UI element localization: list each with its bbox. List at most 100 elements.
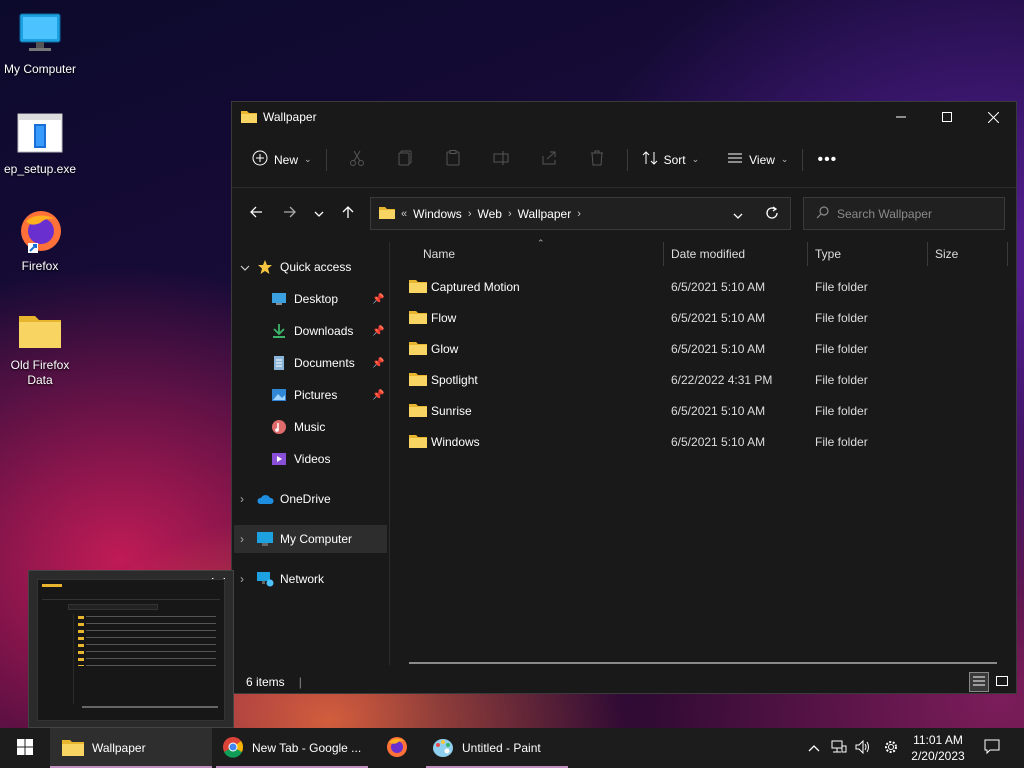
status-bar: 6 items |: [232, 670, 1016, 694]
file-row[interactable]: Captured Motion 6/5/2021 5:10 AM File fold…: [391, 271, 991, 302]
folder-icon: [409, 340, 427, 358]
share-button[interactable]: [525, 143, 573, 177]
column-header-type[interactable]: Type: [815, 242, 841, 266]
divider: [626, 148, 628, 171]
nav-network[interactable]: › Network: [240, 565, 324, 593]
notification-center-button[interactable]: [980, 728, 1004, 768]
details-view-button[interactable]: [969, 672, 989, 692]
chevron-down-icon[interactable]: [240, 260, 256, 274]
taskbar-item-chrome[interactable]: New Tab - Google ...: [216, 728, 368, 768]
copy-icon: [397, 150, 413, 169]
start-button[interactable]: [12, 728, 38, 768]
pictures-icon: [270, 386, 288, 404]
view-button[interactable]: View ⌄: [719, 143, 796, 177]
address-history-dropdown[interactable]: [733, 208, 743, 222]
horizontal-scrollbar[interactable]: [409, 662, 997, 664]
chevron-right-icon[interactable]: ›: [577, 208, 581, 220]
file-row[interactable]: Windows 6/5/2021 5:10 AM File folder: [391, 426, 991, 457]
breadcrumb-windows[interactable]: Windows: [413, 207, 462, 221]
address-bar[interactable]: « Windows › Web › Wallpaper ›: [370, 197, 791, 230]
network-status-button[interactable]: [828, 728, 850, 768]
trash-icon: [589, 150, 605, 169]
refresh-icon[interactable]: [765, 206, 779, 223]
search-input[interactable]: Search Wallpaper: [803, 197, 1005, 230]
taskbar-item-wallpaper[interactable]: Wallpaper: [50, 728, 212, 768]
paste-button[interactable]: [429, 143, 477, 177]
recent-locations-button[interactable]: [306, 197, 332, 229]
nav-downloads[interactable]: Downloads 📌: [270, 317, 384, 345]
plus-circle-icon: [252, 150, 268, 169]
new-button[interactable]: New ⌄: [244, 143, 320, 177]
chevron-right-icon[interactable]: ›: [468, 208, 472, 220]
chevron-down-icon: ⌄: [691, 154, 700, 164]
type-cell: File folder: [815, 310, 868, 325]
desktop-icon-ep-setup[interactable]: ep_setup.exe: [0, 110, 80, 177]
volume-button[interactable]: [852, 728, 874, 768]
title-bar[interactable]: Wallpaper: [232, 102, 1016, 132]
date-modified-cell: 6/5/2021 5:10 AM: [671, 341, 766, 356]
navigation-pane: Quick access Desktop 📌 Downloads 📌 Docum…: [232, 242, 390, 665]
minimize-button[interactable]: [878, 102, 924, 132]
column-divider[interactable]: [807, 242, 808, 266]
clock-date: 2/20/2023: [911, 749, 965, 763]
maximize-button[interactable]: [924, 102, 970, 132]
column-header-date[interactable]: Date modified: [671, 242, 745, 266]
column-divider[interactable]: [927, 242, 928, 266]
thumbnail-window-image: [37, 579, 225, 721]
delete-button[interactable]: [573, 143, 621, 177]
up-button[interactable]: [332, 197, 364, 229]
forward-button[interactable]: [274, 197, 306, 229]
clock[interactable]: 11:01 AM 2/20/2023: [906, 732, 970, 764]
desktop-icon-my-computer[interactable]: My Computer: [0, 10, 80, 77]
back-button[interactable]: [240, 197, 272, 229]
chevron-up-icon: [808, 741, 820, 755]
taskbar-item-paint[interactable]: Untitled - Paint: [426, 728, 576, 768]
column-divider[interactable]: [663, 242, 664, 266]
firefox-icon: [16, 207, 64, 255]
nav-documents[interactable]: Documents 📌: [270, 349, 384, 377]
nav-onedrive[interactable]: › OneDrive: [240, 485, 331, 513]
tiles-view-button[interactable]: [992, 672, 1012, 692]
nav-videos[interactable]: Videos: [270, 445, 330, 473]
nav-quick-access[interactable]: Quick access: [240, 253, 351, 281]
pin-icon[interactable]: 📌: [372, 326, 384, 337]
column-header-name[interactable]: Name: [423, 242, 455, 266]
sort-button[interactable]: Sort ⌄: [634, 143, 708, 177]
pin-icon[interactable]: 📌: [372, 358, 384, 369]
show-hidden-icons-button[interactable]: [804, 728, 824, 768]
file-row[interactable]: Spotlight 6/22/2022 4:31 PM File folder: [391, 364, 991, 395]
address-overflow[interactable]: «: [401, 208, 407, 220]
taskbar-item-firefox[interactable]: [380, 728, 414, 768]
desktop-icon-firefox[interactable]: Firefox: [0, 207, 80, 274]
file-name-cell: Captured Motion: [409, 278, 520, 296]
nav-desktop[interactable]: Desktop 📌: [270, 285, 384, 313]
rename-button[interactable]: [477, 143, 525, 177]
nav-my-computer[interactable]: › My Computer: [240, 525, 352, 553]
file-name: Sunrise: [431, 403, 472, 418]
chevron-right-icon[interactable]: ›: [240, 532, 256, 546]
breadcrumb-wallpaper[interactable]: Wallpaper: [518, 207, 572, 221]
file-row[interactable]: Flow 6/5/2021 5:10 AM File folder: [391, 302, 991, 333]
chevron-right-icon[interactable]: ›: [240, 572, 256, 586]
breadcrumb-web[interactable]: Web: [477, 207, 501, 221]
search-placeholder: Search Wallpaper: [837, 206, 932, 221]
monitor-icon: [16, 10, 64, 58]
file-row[interactable]: Sunrise 6/5/2021 5:10 AM File folder: [391, 395, 991, 426]
settings-button[interactable]: [880, 728, 902, 768]
close-button[interactable]: [970, 102, 1016, 132]
cut-button[interactable]: [333, 143, 381, 177]
column-header-size[interactable]: Size: [935, 242, 958, 266]
taskbar-thumbnail-preview[interactable]: [28, 570, 234, 728]
chevron-right-icon[interactable]: ›: [508, 208, 512, 220]
file-row[interactable]: Glow 6/5/2021 5:10 AM File folder: [391, 333, 991, 364]
network-wired-icon: [831, 740, 847, 757]
copy-button[interactable]: [381, 143, 429, 177]
column-divider[interactable]: [1007, 242, 1008, 266]
chevron-right-icon[interactable]: ›: [240, 492, 256, 506]
more-options-button[interactable]: •••: [809, 143, 845, 177]
desktop-icon-old-firefox-data[interactable]: Old Firefox Data: [0, 306, 80, 388]
divider: [325, 148, 327, 171]
file-name-cell: Glow: [409, 340, 458, 358]
nav-pictures[interactable]: Pictures 📌: [270, 381, 384, 409]
nav-music[interactable]: Music: [270, 413, 325, 441]
